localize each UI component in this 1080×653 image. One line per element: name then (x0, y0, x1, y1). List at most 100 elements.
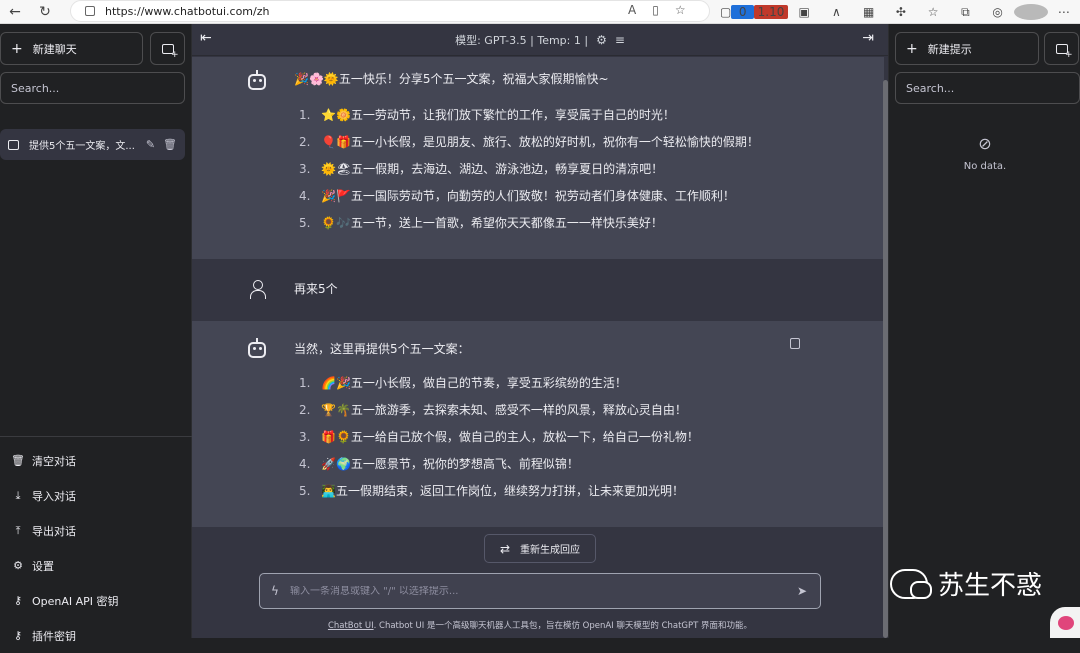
export-conversations-label: 导出对话 (32, 524, 76, 538)
message-icon (8, 139, 19, 150)
sidebar-footer: 🗑 清空对话 ⤓ 导入对话 ⤒ 导出对话 ⚙ 设置 ⚷ OpenAI API 密… (0, 436, 192, 653)
list-item-text: ⭐🌼五一劳动节，让我们放下繁忙的工作，享受属于自己的时光！ (321, 108, 675, 122)
openai-api-key-button[interactable]: ⚷ OpenAI API 密钥 (0, 583, 192, 618)
message-intro: 🎉🌸🌞五一快乐！分享5个五一文案，祝福大家假期愉快~ (294, 72, 609, 86)
settings-button[interactable]: ⚙ 设置 (0, 548, 192, 583)
export-conversations-button[interactable]: ⤒ 导出对话 (0, 513, 192, 548)
conversation-search-input[interactable] (0, 72, 185, 104)
copy-icon[interactable] (790, 338, 800, 349)
robot-icon (248, 70, 266, 90)
collapse-right-sidebar-icon[interactable]: ⇥ (862, 30, 874, 46)
plugin-keys-label: 插件密钥 (32, 629, 76, 643)
new-folder-button[interactable] (150, 32, 185, 65)
puzzle-icon[interactable]: ✣ (885, 5, 917, 19)
list-item: 5. 🌻🎶五一节，送上一首歌，希望你天天都像五一一样快乐美好！ (299, 215, 663, 231)
brain-logo-icon (1050, 607, 1080, 638)
reload-icon[interactable]: ↻ (30, 0, 60, 24)
footer-note: ChatBot UI. Chatbot UI 是一个高级聊天机器人工具包，旨在模… (192, 619, 888, 631)
folder-plus-icon (161, 43, 179, 60)
clear-conversations-button[interactable]: 🗑 清空对话 (0, 443, 192, 478)
chat-header: ⇤ 模型: GPT-3.5 | Temp: 1 | ⚙ ≡ ⇥ (192, 24, 888, 56)
plus-icon: + (906, 40, 918, 57)
lock-icon (85, 6, 95, 16)
list-item-text: 🌈🎉五一小长假，做自己的节奏，享受五彩缤纷的生活！ (321, 376, 627, 390)
empty-state-text: No data. (963, 161, 1007, 172)
edit-icon[interactable]: ✎ (146, 138, 155, 151)
image-extension-icon[interactable]: ▣ (788, 5, 820, 19)
bolt-icon[interactable]: ϟ (260, 584, 290, 598)
chat-main: ⇤ 模型: GPT-3.5 | Temp: 1 | ⚙ ≡ ⇥ 🎉🌸🌞五一快乐！… (192, 24, 888, 638)
list-item: 1. 🌈🎉五一小长假，做自己的节奏，享受五彩缤纷的生活！ (299, 375, 627, 391)
address-bar[interactable]: https://www.chatbotui.com/zh (70, 0, 710, 22)
plugin-key-icon: ⚷ (13, 629, 23, 642)
new-prompt-folder-button[interactable] (1044, 32, 1079, 65)
read-aloud-icon[interactable]: A (628, 3, 636, 17)
url-text: https://www.chatbotui.com/zh (105, 4, 270, 18)
regenerate-button[interactable]: ⇄ 重新生成回应 (484, 534, 596, 563)
collections-icon[interactable]: ⧉ (949, 5, 981, 20)
user-message-text: 再来5个 (294, 282, 338, 296)
extension-icon[interactable]: ∧ (820, 5, 852, 19)
list-item-text: 🌞🏖五一假期，去海边、湖边、游泳池边，畅享夏日的清凉吧！ (321, 162, 664, 176)
import-conversations-button[interactable]: ⤓ 导入对话 (0, 478, 192, 513)
empty-state: ⊘ No data. (889, 134, 1080, 172)
new-prompt-button[interactable]: + 新建提示 (895, 32, 1039, 65)
openai-api-key-label: OpenAI API 密钥 (32, 594, 119, 608)
extension-icon[interactable]: 1.10 (754, 5, 788, 19)
list-item: 3. 🎁🌻五一给自己放个假，做自己的主人，放松一下，给自己一份礼物！ (299, 429, 699, 445)
watermark-text: 苏生不惑 (938, 571, 1043, 601)
export-icon: ⤒ (15, 523, 21, 537)
settings-label: 设置 (32, 559, 54, 573)
profile-avatar[interactable] (1013, 4, 1048, 20)
folder-plus-icon (1055, 43, 1073, 60)
delete-icon[interactable]: 🗑 (163, 138, 177, 151)
user-message: 再来5个 (192, 259, 884, 321)
send-icon[interactable]: ➤ (784, 584, 820, 598)
new-chat-label: 新建聊天 (32, 42, 77, 56)
wechat-logo-icon (890, 568, 932, 599)
favorites-icon[interactable]: ☆ (917, 5, 949, 19)
reader-view-icon[interactable]: ▯ (652, 3, 659, 17)
collapse-left-sidebar-icon[interactable]: ⇤ (200, 30, 212, 46)
key-icon: ⚷ (13, 594, 23, 607)
prompt-sidebar: + 新建提示 ⊘ No data. (888, 24, 1080, 638)
extension-badge: 0 (731, 5, 754, 19)
extension-badge: 1.10 (754, 5, 788, 19)
list-item: 2. 🎈🎁五一小长假，是见朋友、旅行、放松的好时机，祝你有一个轻松愉快的假期！ (299, 134, 759, 150)
extension-icon[interactable]: ▦ (853, 5, 885, 19)
plus-icon: + (11, 40, 23, 57)
conversation-title: 提供5个五一文案，文... (29, 141, 135, 152)
extension-icon[interactable]: ◎ (982, 5, 1014, 19)
conversation-sidebar: + 新建聊天 提供5个五一文案，文... ✎ 🗑 🗑 清空对话 ⤓ 导入对话 ⤒… (0, 24, 192, 643)
import-icon: ⤓ (15, 488, 21, 502)
extension-icon[interactable]: ▢ 0 (720, 5, 754, 19)
more-icon[interactable]: ⋯ (1048, 5, 1080, 19)
settings-gear-icon[interactable]: ⚙ (596, 33, 607, 47)
chat-input[interactable] (290, 585, 784, 597)
new-prompt-label: 新建提示 (927, 42, 972, 56)
robot-icon (248, 338, 266, 358)
list-item: 2. 🏆🌴五一旅游季，去探索未知、感受不一样的风景，释放心灵自由！ (299, 402, 687, 418)
user-icon (250, 280, 266, 299)
chatbot-ui-link[interactable]: ChatBot UI (328, 621, 374, 631)
list-item-text: 🎈🎁五一小长假，是见朋友、旅行、放松的好时机，祝你有一个轻松愉快的假期！ (321, 135, 759, 149)
list-item-text: 🚀🌍五一愿景节，祝你的梦想高飞、前程似锦！ (321, 457, 579, 471)
plugin-keys-button[interactable]: ⚷ 插件密钥 (0, 618, 192, 653)
conversation-item[interactable]: 提供5个五一文案，文... ✎ 🗑 (0, 129, 185, 160)
assistant-message: 🎉🌸🌞五一快乐！分享5个五一文案，祝福大家假期愉快~ 1. ⭐🌼五一劳动节，让我们… (192, 57, 884, 259)
list-item-text: 🏆🌴五一旅游季，去探索未知、感受不一样的风景，释放心灵自由！ (321, 403, 687, 417)
new-chat-button[interactable]: + 新建聊天 (0, 32, 143, 65)
refresh-icon: ⇄ (499, 541, 511, 556)
footer-note-text: . Chatbot UI 是一个高级聊天机器人工具包，旨在模仿 OpenAI 聊… (373, 621, 753, 631)
message-list: 1. 🌈🎉五一小长假，做自己的节奏，享受五彩缤纷的生活！ 2. 🏆🌴五一旅游季，去探… (299, 369, 699, 504)
address-bar-actions: A ▯ ☆ (628, 3, 686, 17)
favorite-icon[interactable]: ☆ (675, 3, 686, 17)
list-item-text: 👨‍💻五一假期结束，返回工作岗位，继续努力打拼，让未来更加光明！ (321, 484, 684, 498)
back-icon[interactable]: ← (0, 0, 30, 24)
browser-toolbar: ← ↻ https://www.chatbotui.com/zh A ▯ ☆ ▢… (0, 0, 1080, 24)
message-list: 1. ⭐🌼五一劳动节，让我们放下繁忙的工作，享受属于自己的时光！ 2. 🎈🎁五一小长… (299, 101, 759, 236)
trash-icon: 🗑 (11, 454, 25, 467)
list-item-text: 🎁🌻五一给自己放个假，做自己的主人，放松一下，给自己一份礼物！ (321, 430, 699, 444)
clear-chat-icon[interactable]: ≡ (615, 33, 625, 47)
prompt-search-input[interactable] (895, 72, 1080, 104)
